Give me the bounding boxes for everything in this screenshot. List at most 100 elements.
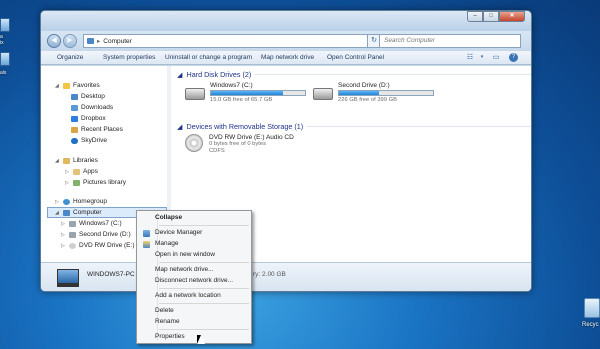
help-icon[interactable]: ?	[509, 53, 518, 62]
dvd-drive-icon[interactable]	[185, 134, 203, 152]
nav-item-drive-d[interactable]: ▷ Second Drive (D:)	[61, 230, 131, 239]
nav-item-drive-c[interactable]: ▷ Windows7 (C:)	[61, 219, 122, 228]
menu-item-delete[interactable]: Delete	[139, 306, 249, 316]
mouse-cursor-icon	[197, 335, 205, 344]
drive-free-space: 0 bytes free of 0 bytes	[209, 141, 267, 147]
collapse-group-icon[interactable]: ◢	[177, 70, 183, 79]
drive-name: Second Drive (D:)	[338, 82, 390, 89]
menu-item-properties[interactable]: Properties	[139, 332, 249, 342]
group-title: Hard Disk Drives (2)	[186, 70, 252, 79]
nav-favorites[interactable]: ◢ Favorites	[55, 81, 100, 90]
address-row: ◀ ▶ ▸ Computer ▾ ↻ Search Computer	[41, 31, 531, 51]
context-menu: Collapse Device Manager Manage Open in n…	[136, 210, 252, 344]
menu-item-collapse[interactable]: Collapse	[139, 213, 249, 223]
desktop-shortcut-icon[interactable]	[0, 52, 10, 66]
nav-homegroup[interactable]: ▷ Homegroup	[55, 197, 107, 206]
nav-computer[interactable]: ◢ Computer	[55, 208, 102, 217]
desktop-icon	[71, 93, 78, 100]
group-header-removable[interactable]: ◢ Devices with Removable Storage (1)	[177, 122, 531, 131]
nav-label: Homegroup	[73, 198, 107, 205]
breadcrumb-computer[interactable]: Computer	[103, 38, 132, 45]
address-bar[interactable]: ▸ Computer ▾	[83, 34, 379, 48]
nav-label: Windows7 (C:)	[79, 220, 122, 227]
computer-name: WINDOWS7-PC	[87, 271, 135, 278]
collapse-group-icon[interactable]: ◢	[177, 122, 183, 131]
title-bar[interactable]: – □ ✕	[41, 11, 531, 31]
collapse-arrow-icon[interactable]: ▷	[61, 243, 66, 249]
folder-icon	[73, 168, 80, 175]
change-view-icon[interactable]: ☷	[465, 53, 475, 62]
divider	[307, 126, 531, 127]
menu-item-add-network-location[interactable]: Add a network location	[139, 291, 249, 301]
nav-label: Dropbox	[81, 115, 106, 122]
desktop-left-edge: a ix als	[0, 0, 14, 349]
nav-item-desktop[interactable]: Desktop	[71, 92, 105, 101]
expand-arrow-icon[interactable]: ◢	[55, 158, 60, 164]
collapse-arrow-icon[interactable]: ▷	[65, 169, 70, 175]
drive-name: Windows7 (C:)	[210, 82, 253, 89]
drive-free-space: 226 GB free of 399 GB	[338, 97, 397, 103]
desktop-shortcut-label: ix	[0, 40, 4, 46]
drive-tile-c[interactable]: Windows7 (C:) 15.0 GB free of 65.7 GB	[185, 82, 306, 103]
uninstall-program-button[interactable]: Uninstall or change a program	[165, 53, 252, 62]
search-input[interactable]: Search Computer	[379, 34, 521, 48]
back-button[interactable]: ◀	[47, 34, 61, 48]
group-header-hdd[interactable]: ◢ Hard Disk Drives (2)	[177, 70, 531, 79]
libraries-icon	[63, 157, 70, 164]
collapse-arrow-icon[interactable]: ▷	[61, 221, 66, 227]
breadcrumb-separator-icon: ▸	[97, 38, 101, 45]
map-network-drive-button[interactable]: Map network drive	[261, 53, 314, 62]
desktop-shortcut-label: als	[0, 70, 7, 76]
nav-label: Recent Places	[81, 126, 123, 133]
nav-libraries[interactable]: ◢ Libraries	[55, 156, 98, 165]
desktop-shortcut-icon[interactable]	[0, 18, 10, 32]
nav-label: Libraries	[73, 157, 98, 164]
menu-item-open-new-window[interactable]: Open in new window	[139, 250, 249, 260]
menu-item-map-network-drive[interactable]: Map network drive...	[139, 265, 249, 275]
collapse-arrow-icon[interactable]: ▷	[65, 180, 70, 186]
view-dropdown-icon[interactable]: ▾	[477, 53, 487, 62]
collapse-arrow-icon[interactable]: ▷	[55, 199, 60, 205]
drive-tile-d[interactable]: Second Drive (D:) 226 GB free of 399 GB	[313, 82, 434, 103]
shield-icon	[143, 241, 150, 248]
nav-label: SkyDrive	[81, 137, 108, 144]
nav-item-dropbox[interactable]: Dropbox	[71, 114, 106, 123]
preview-pane-icon[interactable]: ▭	[491, 53, 501, 62]
computer-icon	[87, 38, 94, 44]
drive-tile-dvd[interactable]: DVD RW Drive (E:) Audio CD 0 bytes free …	[209, 134, 294, 155]
nav-item-skydrive[interactable]: SkyDrive	[71, 136, 107, 145]
computer-icon	[63, 209, 70, 216]
nav-item-downloads[interactable]: Downloads	[71, 103, 113, 112]
menu-item-manage[interactable]: Manage	[139, 239, 249, 249]
capacity-bar	[210, 90, 306, 96]
menu-separator	[159, 262, 249, 263]
system-properties-button[interactable]: System properties	[103, 53, 155, 62]
computer-icon	[57, 269, 79, 287]
forward-button[interactable]: ▶	[63, 34, 77, 48]
shield-icon	[143, 230, 150, 237]
nav-item-recent-places[interactable]: Recent Places	[71, 125, 123, 134]
minimize-button[interactable]: –	[467, 11, 483, 22]
command-bar: Organize System properties Uninstall or …	[41, 51, 531, 65]
maximize-button[interactable]: □	[483, 11, 499, 22]
collapse-arrow-icon[interactable]: ▷	[61, 232, 66, 238]
menu-item-device-manager[interactable]: Device Manager	[139, 228, 249, 238]
explorer-window: – □ ✕ ◀ ▶ ▸ Computer ▾ ↻ Search Computer…	[40, 10, 532, 292]
capacity-bar	[338, 90, 434, 96]
organize-menu[interactable]: Organize	[57, 53, 83, 62]
nav-item-apps[interactable]: ▷ Apps	[65, 167, 98, 176]
menu-item-rename[interactable]: Rename	[139, 317, 249, 327]
dvd-drive-icon	[69, 242, 76, 249]
nav-item-pictures-library[interactable]: ▷ Pictures library	[65, 178, 126, 187]
recycle-bin-icon[interactable]	[584, 298, 600, 318]
menu-item-disconnect-network-drive[interactable]: Disconnect network drive...	[139, 276, 249, 286]
close-button[interactable]: ✕	[499, 11, 525, 22]
nav-label: Pictures library	[83, 179, 126, 186]
star-icon	[63, 82, 70, 89]
open-control-panel-button[interactable]: Open Control Panel	[327, 53, 384, 62]
expand-arrow-icon[interactable]: ◢	[55, 210, 60, 216]
menu-separator	[159, 329, 249, 330]
expand-arrow-icon[interactable]: ◢	[55, 83, 60, 89]
pictures-icon	[73, 179, 80, 186]
recycle-bin-label: Recyc	[582, 322, 599, 328]
